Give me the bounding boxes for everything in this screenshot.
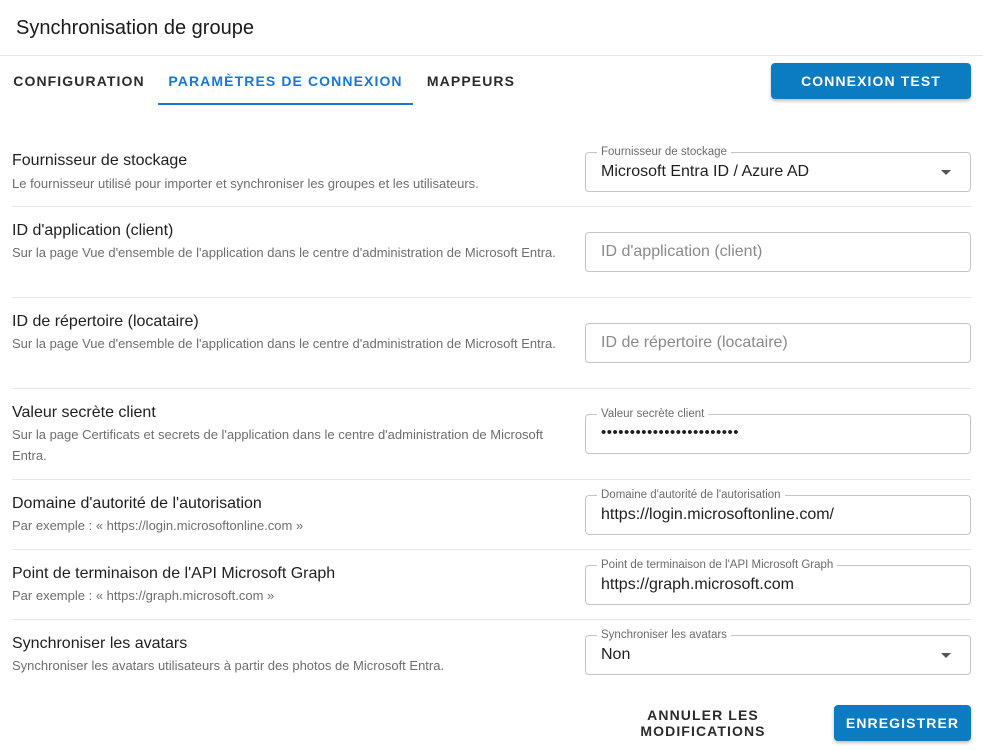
setting-title: Synchroniser les avatars <box>12 635 188 652</box>
dropdown-arrow-icon[interactable] <box>941 653 951 658</box>
save-button[interactable]: ENREGISTRER <box>834 705 971 741</box>
page-title: Synchronisation de groupe <box>16 17 254 39</box>
setting-description: Le fournisseur utilisé pour importer et … <box>12 176 479 191</box>
select-value: Non <box>601 646 631 663</box>
setting-description: Sur la page Vue d'ensemble de l'applicat… <box>12 336 556 351</box>
graph-endpoint-field[interactable]: Point de terminaison de l'API Microsoft … <box>585 558 971 605</box>
dropdown-arrow-icon[interactable] <box>941 170 951 175</box>
setting-row-authority-domain: Domaine d'autorité de l'autorisation Par… <box>12 480 971 550</box>
setting-title: Point de terminaison de l'API Microsoft … <box>12 565 336 582</box>
tab-connection-settings[interactable]: PARAMÈTRES DE CONNEXION <box>158 57 413 105</box>
test-connection-button[interactable]: CONNEXION TEST <box>771 63 971 99</box>
setting-title: ID d'application (client) <box>12 222 174 239</box>
setting-title: Valeur secrète client <box>12 404 156 421</box>
directory-id-input[interactable] <box>586 324 970 362</box>
setting-row-application-id: ID d'application (client) Sur la page Vu… <box>12 207 971 298</box>
setting-row-sync-avatars: Synchroniser les avatars Synchroniser le… <box>12 620 971 690</box>
setting-description: Sur la page Certificats et secrets de l'… <box>12 427 544 463</box>
field-label: Point de terminaison de l'API Microsoft … <box>597 558 838 572</box>
storage-provider-select[interactable]: Fournisseur de stockage Microsoft Entra … <box>585 145 971 192</box>
page-header: Synchronisation de groupe <box>0 0 983 56</box>
setting-description: Par exemple : « https://graph.microsoft.… <box>12 588 275 603</box>
setting-row-directory-id: ID de répertoire (locataire) Sur la page… <box>12 298 971 389</box>
client-secret-value: •••••••••••••••••••••••• <box>601 424 740 441</box>
setting-description: Par exemple : « https://login.microsofto… <box>12 518 304 533</box>
field-label: Fournisseur de stockage <box>597 145 731 159</box>
client-secret-field[interactable]: Valeur secrète client ••••••••••••••••••… <box>585 407 971 454</box>
tab-configuration[interactable]: CONFIGURATION <box>0 57 158 105</box>
field-label: Domaine d'autorité de l'autorisation <box>597 488 785 502</box>
setting-description: Synchroniser les avatars utilisateurs à … <box>12 658 445 673</box>
authority-domain-value: https://login.microsoftonline.com/ <box>601 506 834 523</box>
sync-avatars-select[interactable]: Synchroniser les avatars Non <box>585 628 971 675</box>
application-id-input[interactable] <box>586 233 970 271</box>
field-label: Valeur secrète client <box>597 407 709 421</box>
setting-description: Sur la page Vue d'ensemble de l'applicat… <box>12 245 556 260</box>
application-id-field <box>585 232 971 272</box>
setting-title: Fournisseur de stockage <box>12 152 188 169</box>
setting-row-graph-endpoint: Point de terminaison de l'API Microsoft … <box>12 550 971 620</box>
field-label: Synchroniser les avatars <box>597 628 731 642</box>
setting-row-client-secret: Valeur secrète client Sur la page Certif… <box>12 389 971 480</box>
setting-row-storage-provider: Fournisseur de stockage Le fournisseur u… <box>12 137 971 207</box>
authority-domain-field[interactable]: Domaine d'autorité de l'autorisation htt… <box>585 488 971 535</box>
setting-title: Domaine d'autorité de l'autorisation <box>12 495 262 512</box>
tab-mappers[interactable]: MAPPEURS <box>413 57 529 105</box>
cancel-changes-button[interactable]: ANNULER LES MODIFICATIONS <box>580 705 826 741</box>
select-value: Microsoft Entra ID / Azure AD <box>601 163 810 180</box>
setting-title: ID de répertoire (locataire) <box>12 313 199 330</box>
graph-endpoint-value: https://graph.microsoft.com <box>601 576 794 593</box>
directory-id-field <box>585 323 971 363</box>
